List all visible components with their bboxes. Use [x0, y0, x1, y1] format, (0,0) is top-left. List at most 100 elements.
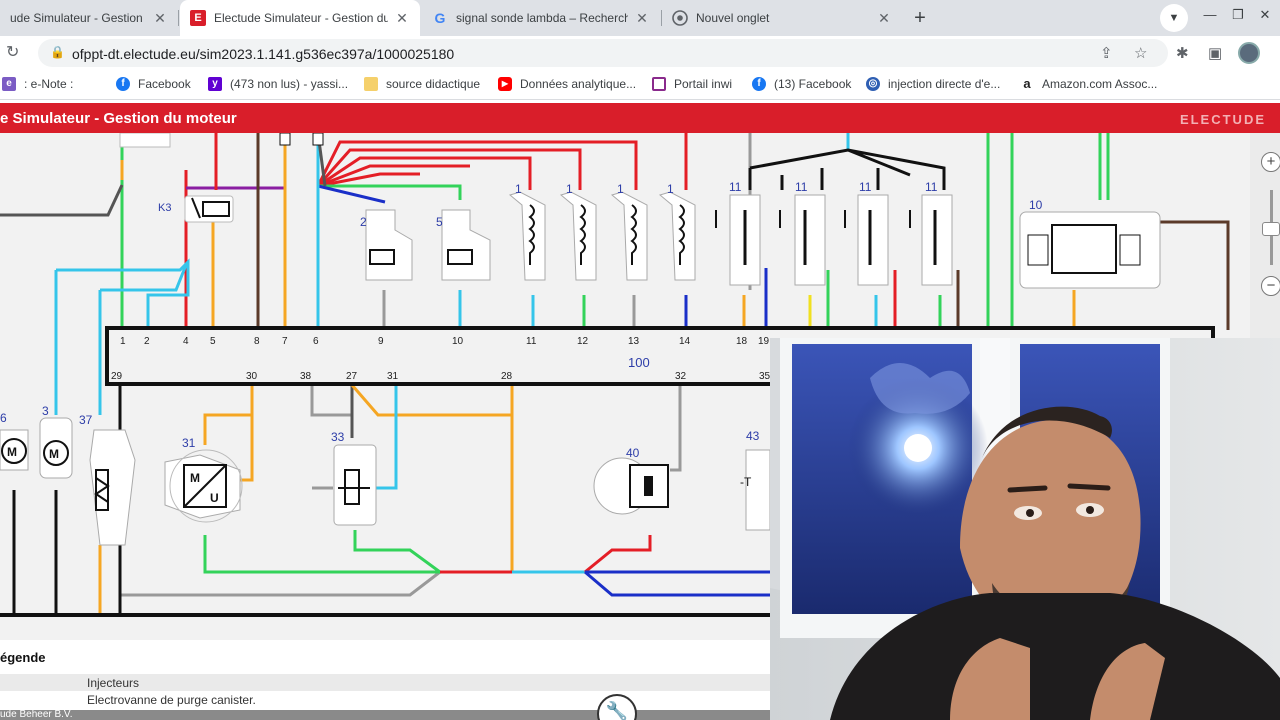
coil-1-label: 11: [729, 180, 742, 194]
yahoo-icon: y: [208, 77, 222, 91]
bookmark-label: Amazon.com Assoc...: [1042, 77, 1158, 91]
reload-icon[interactable]: ↻: [6, 42, 19, 62]
pin-label: 11: [526, 336, 537, 347]
url-text[interactable]: ofppt-dt.electude.eu/sim2023.1.141.g536e…: [72, 46, 454, 62]
module-10[interactable]: 10: [1019, 198, 1161, 289]
tab-new[interactable]: Nouvel onglet ✕: [662, 0, 902, 36]
sensor-40[interactable]: 40: [593, 446, 669, 515]
valve-5[interactable]: 5: [436, 209, 491, 281]
potentiometer-33[interactable]: 33: [331, 430, 377, 526]
pin-label: 38: [300, 371, 312, 382]
bookmark-facebook-13[interactable]: f (13) Facebook: [752, 77, 851, 91]
module-10-label: 10: [1029, 198, 1043, 212]
motor-3-label: 3: [42, 404, 49, 418]
component-31-label: 31: [182, 436, 196, 450]
pin-label: 9: [378, 336, 384, 347]
lock-icon[interactable]: 🔒: [50, 45, 65, 59]
pin-label: 27: [346, 371, 358, 382]
footer: ude Beheer B.V.: [0, 709, 780, 720]
sensor-37-label: 37: [79, 413, 93, 427]
pin-label: 7: [282, 336, 288, 347]
zoom-out-button[interactable]: −: [1261, 276, 1280, 296]
coil-3-label: 11: [859, 180, 872, 194]
svg-text:M: M: [49, 447, 59, 461]
bookmark-label: (473 non lus) - yassi...: [230, 77, 349, 91]
svg-text:U: U: [210, 491, 219, 505]
copyright-text: ude Beheer B.V.: [0, 709, 73, 720]
valve-5-label: 5: [436, 215, 443, 229]
extensions-icon[interactable]: ✱: [1176, 44, 1189, 62]
share-icon[interactable]: ⇪: [1100, 44, 1113, 62]
sensor-43[interactable]: -T 43: [740, 429, 771, 531]
bookmark-source-didactique[interactable]: source didactique: [364, 77, 480, 91]
address-bar[interactable]: 🔒 ofppt-dt.electude.eu/sim2023.1.141.g53…: [38, 39, 1168, 67]
motor-6-label: 6: [0, 411, 7, 425]
pin-label: 10: [452, 336, 464, 347]
close-icon[interactable]: ✕: [152, 10, 168, 27]
pin-label: 1: [120, 336, 126, 347]
injector-4-label: 1: [667, 182, 674, 196]
app-title: e Simulateur - Gestion du moteur: [0, 110, 237, 127]
tab-electude-1[interactable]: ude Simulateur - Gestion du ✕: [0, 0, 178, 36]
legend-row[interactable]: Electrovanne de purge canister.: [0, 691, 780, 708]
component-33-label: 33: [331, 430, 345, 444]
injectors[interactable]: [508, 191, 696, 281]
bookmark-label: Facebook: [138, 77, 191, 91]
motor-6[interactable]: M 6: [0, 411, 29, 471]
bookmark-injection-directe[interactable]: ◎ injection directe d'e...: [866, 77, 1000, 91]
close-icon[interactable]: ✕: [876, 10, 892, 27]
motor-3[interactable]: M 3: [39, 404, 73, 479]
tab-title: Nouvel onglet: [696, 11, 770, 25]
svg-text:M: M: [190, 471, 200, 485]
new-tab-button[interactable]: +: [906, 4, 934, 32]
bookmark-portail-inwi[interactable]: Portail inwi: [652, 77, 732, 91]
bookmark-amazon[interactable]: a Amazon.com Assoc...: [1020, 77, 1157, 91]
legend-row[interactable]: Injecteurs: [0, 674, 780, 691]
zoom-in-button[interactable]: +: [1261, 152, 1280, 172]
close-icon[interactable]: ✕: [634, 10, 650, 27]
browser-toolbar: ↻ 🔒 ofppt-dt.electude.eu/sim2023.1.141.g…: [0, 36, 1280, 70]
pin-label: 12: [577, 336, 589, 347]
coil-4-label: 11: [925, 180, 938, 194]
pin-label: 13: [628, 336, 640, 347]
valve-2[interactable]: 2: [360, 209, 413, 281]
bookmark-label: Portail inwi: [674, 77, 733, 91]
component-43-label: 43: [746, 429, 760, 443]
tab-strip: ude Simulateur - Gestion du ✕ E Electude…: [0, 0, 1280, 36]
pin-label: 32: [675, 371, 687, 382]
ignition-coils[interactable]: [715, 194, 953, 286]
bookmark-star-icon[interactable]: ☆: [1134, 44, 1147, 62]
side-panel-icon[interactable]: ▣: [1208, 44, 1222, 62]
pin-label: 31: [387, 371, 399, 382]
avatar[interactable]: [1238, 42, 1260, 64]
bookmark-enote[interactable]: e : e-Note :: [2, 77, 73, 91]
sensor-37[interactable]: 37: [79, 413, 136, 546]
valve-2-label: 2: [360, 215, 367, 229]
bookmark-donnees-analytique[interactable]: ▶ Données analytique...: [498, 77, 636, 91]
bookmark-yahoo[interactable]: y (473 non lus) - yassi...: [208, 77, 348, 91]
pin-label: 2: [144, 336, 150, 347]
pin-label: 19: [758, 336, 770, 347]
tab-google-search[interactable]: G signal sonde lambda – Recherche ✕: [422, 0, 660, 36]
pin-label: 29: [111, 371, 123, 382]
tab-electude-active[interactable]: E Electude Simulateur - Gestion du ✕: [180, 0, 420, 36]
relay-k3[interactable]: K3: [158, 195, 234, 223]
injector-1-label: 1: [515, 182, 522, 196]
bookmark-label: : e-Note :: [24, 77, 74, 91]
legend-panel: égende Injecteurs Electrovanne de purge …: [0, 640, 780, 720]
webcam-image: [770, 338, 1280, 720]
injector-2-label: 1: [566, 182, 573, 196]
amazon-icon: a: [1020, 77, 1034, 91]
inwi-icon: [652, 77, 666, 91]
close-icon[interactable]: ✕: [394, 10, 410, 27]
bookmark-facebook[interactable]: f Facebook: [116, 77, 191, 91]
chevron-down-icon[interactable]: ▼: [1160, 4, 1188, 32]
zoom-slider-handle[interactable]: [1262, 222, 1280, 236]
pin-label: 30: [246, 371, 258, 382]
throttle-motor-31[interactable]: M U 31: [164, 436, 243, 523]
minimize-icon[interactable]: —: [1196, 0, 1224, 30]
pin-label: 4: [183, 336, 189, 347]
close-window-icon[interactable]: ✕: [1252, 0, 1278, 30]
injector-3-label: 1: [617, 182, 624, 196]
restore-icon[interactable]: ❐: [1226, 0, 1250, 30]
